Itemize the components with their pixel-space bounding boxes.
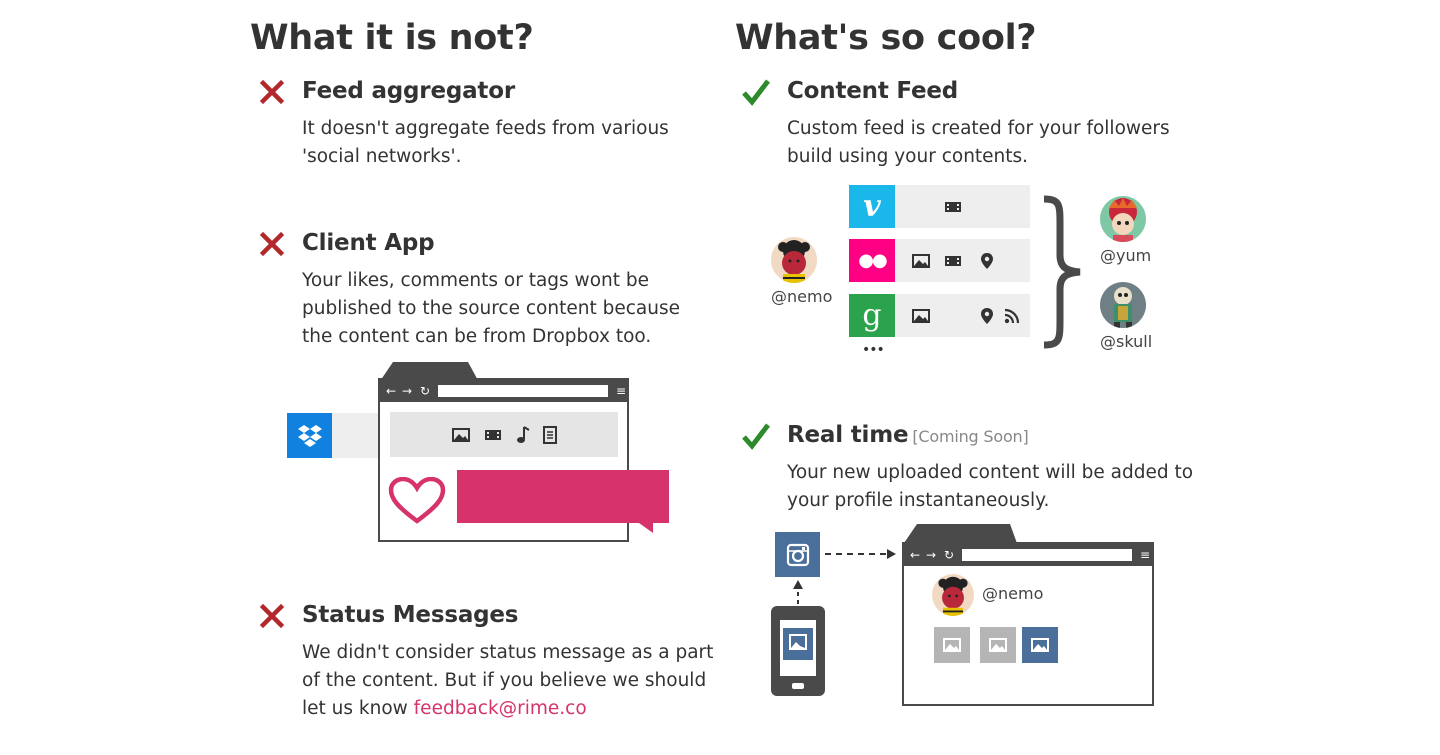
source-user-handle: @nemo: [771, 287, 833, 306]
coming-soon-badge: [Coming Soon]: [912, 427, 1029, 446]
check-icon: [742, 79, 770, 106]
feed-aggregator-title: Feed aggregator: [302, 78, 515, 104]
feedback-email-link[interactable]: feedback@rime.co: [414, 698, 587, 719]
photo-thumb[interactable]: [980, 627, 1016, 663]
cross-icon: [259, 231, 285, 257]
photo-icon: [912, 254, 930, 268]
video-icon: [485, 430, 501, 440]
real-time-title: Real time [Coming Soon]: [787, 422, 1029, 448]
video-icon: [945, 256, 961, 266]
left-section-title: What it is not?: [250, 18, 534, 58]
upload-arrow: [793, 580, 803, 604]
client-app-title: Client App: [302, 230, 435, 256]
photo-thumb-new[interactable]: [1022, 627, 1058, 663]
follower-handle-yum: @yum: [1100, 246, 1152, 265]
video-icon: [945, 202, 961, 212]
status-messages-desc: We didn't consider status message as a p…: [302, 642, 714, 719]
rss-icon: [1004, 308, 1020, 324]
phone-icon: [771, 606, 825, 696]
back-icon[interactable]: ←: [386, 382, 396, 400]
content-feed-desc: Custom feed is created for your follower…: [787, 118, 1170, 167]
feed-row-google: g: [849, 294, 1030, 337]
menu-icon[interactable]: ≡: [616, 382, 626, 400]
content-feed-title: Content Feed: [787, 78, 959, 104]
google-icon: g: [849, 294, 895, 337]
location-icon: [981, 253, 993, 269]
instagram-icon: [775, 532, 820, 577]
check-icon: [742, 423, 770, 450]
flickr-icon: ●●: [849, 239, 895, 282]
photo-icon: [452, 428, 470, 442]
more-services: •••: [862, 342, 885, 358]
forward-icon[interactable]: →: [402, 382, 412, 400]
browser-toolbar: ← → ↻ ≡: [380, 380, 627, 402]
browser-toolbar: ← → ↻ ≡: [904, 544, 1152, 566]
forward-icon[interactable]: →: [926, 546, 936, 564]
avatar-yum: [1100, 196, 1146, 242]
url-bar[interactable]: [438, 385, 608, 397]
real-time-desc: Your new uploaded content will be added …: [787, 462, 1194, 511]
menu-icon[interactable]: ≡: [1140, 546, 1150, 564]
status-messages-title: Status Messages: [302, 602, 519, 628]
reload-icon[interactable]: ↻: [944, 546, 954, 564]
client-app-desc: Your likes, comments or tags wont be pub…: [302, 270, 680, 347]
profile-user-handle: @nemo: [982, 584, 1044, 603]
content-type-row: [390, 412, 618, 457]
curly-brace: [1043, 195, 1081, 349]
avatar-nemo: [771, 237, 817, 283]
comment-bubble: [457, 470, 669, 533]
right-section-title: What's so cool?: [735, 18, 1037, 58]
avatar-nemo: [932, 574, 974, 616]
sync-arrow: [825, 549, 896, 559]
photo-icon: [912, 309, 930, 323]
feed-row-flickr: ●●: [849, 239, 1030, 282]
music-icon: [517, 426, 530, 443]
heart-icon[interactable]: [388, 477, 446, 525]
cross-icon: [259, 603, 285, 629]
follower-handle-skull: @skull: [1100, 332, 1153, 351]
feed-aggregator-desc: It doesn't aggregate feeds from various …: [302, 118, 669, 167]
document-icon: [543, 426, 557, 444]
feed-row-vimeo: v: [849, 185, 1030, 228]
reload-icon[interactable]: ↻: [420, 382, 430, 400]
cross-icon: [259, 79, 285, 105]
url-bar[interactable]: [962, 549, 1132, 561]
location-icon: [981, 308, 993, 324]
photo-thumb[interactable]: [934, 627, 970, 663]
profile-browser-window: ← → ↻ ≡ @nemo: [902, 542, 1154, 706]
vimeo-icon: v: [849, 185, 895, 228]
back-icon[interactable]: ←: [910, 546, 920, 564]
dropbox-icon: [287, 413, 332, 458]
avatar-skull: [1100, 282, 1146, 328]
